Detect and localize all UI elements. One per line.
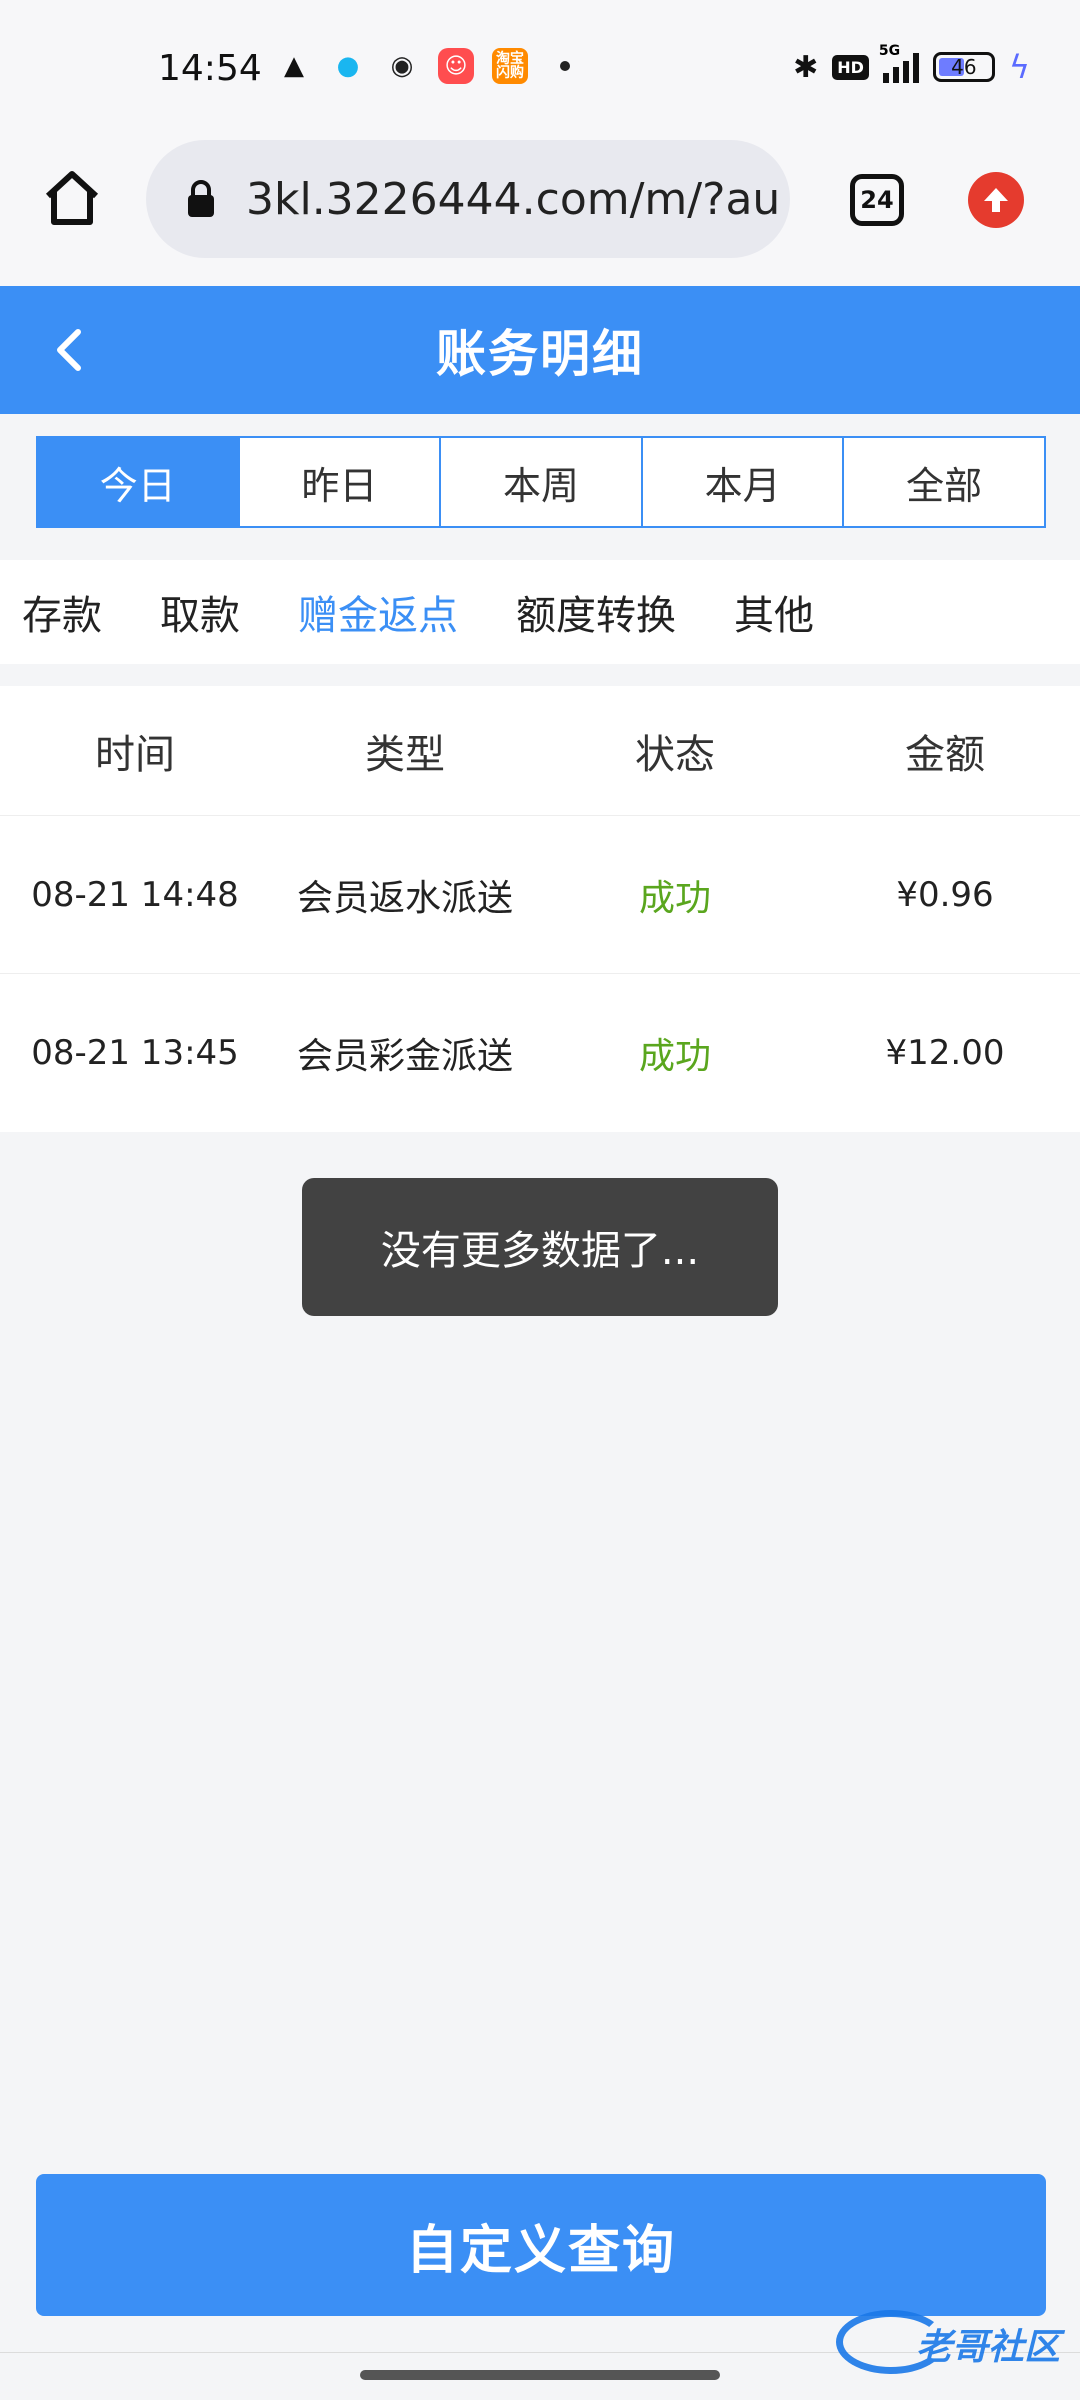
row-status: 成功 <box>638 877 711 919</box>
watermark-text: 老哥社区 <box>915 2327 1060 2368</box>
tab-deposit[interactable]: 存款 <box>22 583 102 641</box>
table-row[interactable]: 08-21 14:48 会员返水派送 成功 ¥0.96 <box>0 816 1080 974</box>
notification-icons: ▲ ● ◉ ☺ 淘宝闪购 <box>276 48 570 84</box>
network-type: 5G <box>878 43 901 59</box>
tab-withdraw[interactable]: 取款 <box>160 583 240 641</box>
lock-icon <box>188 180 214 217</box>
warning-icon: ▲ <box>284 51 304 81</box>
battery-level: 46 <box>951 55 977 79</box>
tab-today[interactable]: 今日 <box>38 438 238 526</box>
row-type: 会员彩金派送 <box>296 1036 513 1077</box>
column-header-amount: 金额 <box>905 731 985 778</box>
taobao-icon: 淘宝闪购 <box>492 48 528 84</box>
category-tabs: 存款 取款 赠金返点 额度转换 其他 <box>0 560 1080 664</box>
row-type: 会员返水派送 <box>296 877 513 919</box>
tab-switcher-button[interactable]: 24 <box>850 174 904 226</box>
row-amount: ¥0.96 <box>896 874 994 915</box>
period-tabs: 今日 昨日 本周 本月 全部 <box>36 436 1046 528</box>
app-notification-icon: ☺ <box>438 48 474 84</box>
back-button[interactable] <box>44 322 100 378</box>
row-status: 成功 <box>638 1036 711 1077</box>
page-title: 账务明细 <box>436 325 644 383</box>
more-notifications-dot <box>560 61 570 71</box>
home-icon <box>45 171 99 225</box>
address-bar[interactable]: 3kl.3226444.com/m/?au <box>146 140 790 258</box>
tab-credit-transfer[interactable]: 额度转换 <box>516 583 676 641</box>
tab-bonus-rebate[interactable]: 赠金返点 <box>298 583 458 641</box>
table-row[interactable]: 08-21 13:45 会员彩金派送 成功 ¥12.00 <box>0 974 1080 1132</box>
update-button[interactable] <box>968 172 1024 228</box>
signal-icon: 5G <box>879 43 919 83</box>
column-header-time: 时间 <box>95 731 175 778</box>
chevron-left-icon <box>57 329 81 371</box>
battery-icon: 46 <box>932 52 995 82</box>
browser-toolbar: 3kl.3226444.com/m/?au 24 <box>0 140 1080 286</box>
hd-icon: HD <box>832 54 869 80</box>
arrow-up-icon <box>984 188 1008 212</box>
tab-this-week[interactable]: 本周 <box>439 438 641 526</box>
table-header: 时间 类型 状态 金额 <box>0 686 1080 816</box>
bluetooth-icon: ✱ <box>793 49 819 85</box>
wechat-icon: ◉ <box>390 51 414 81</box>
row-time: 08-21 14:48 <box>31 874 239 915</box>
status-bar: 14:54 ▲ ● ◉ ☺ 淘宝闪购 ✱ HD 5G 46 ϟ <box>0 0 1080 140</box>
tab-this-month[interactable]: 本月 <box>640 438 843 526</box>
custom-query-button[interactable]: 自定义查询 <box>36 2174 1046 2316</box>
charging-icon: ϟ <box>1008 48 1030 86</box>
toast-message: 没有更多数据了... <box>302 1178 778 1316</box>
status-time: 14:54 <box>158 48 262 89</box>
page-header: 账务明细 <box>0 286 1080 414</box>
qq-icon: ● <box>336 51 360 81</box>
row-amount: ¥12.00 <box>885 1033 1005 1073</box>
watermark-logo: 老哥社区 <box>836 2304 1066 2384</box>
url-text: 3kl.3226444.com/m/?au <box>246 173 781 225</box>
column-header-status: 状态 <box>635 731 715 778</box>
tab-yesterday[interactable]: 昨日 <box>237 438 440 526</box>
records-table: 时间 类型 状态 金额 08-21 14:48 会员返水派送 成功 ¥0.96 … <box>0 686 1080 1132</box>
system-icons: ✱ HD 5G 46 ϟ <box>793 43 1030 86</box>
column-header-type: 类型 <box>365 731 445 778</box>
row-time: 08-21 13:45 <box>31 1033 239 1073</box>
tab-all[interactable]: 全部 <box>842 438 1044 526</box>
home-button[interactable] <box>42 168 102 228</box>
gesture-bar[interactable] <box>360 2370 720 2380</box>
tab-other[interactable]: 其他 <box>734 583 814 641</box>
